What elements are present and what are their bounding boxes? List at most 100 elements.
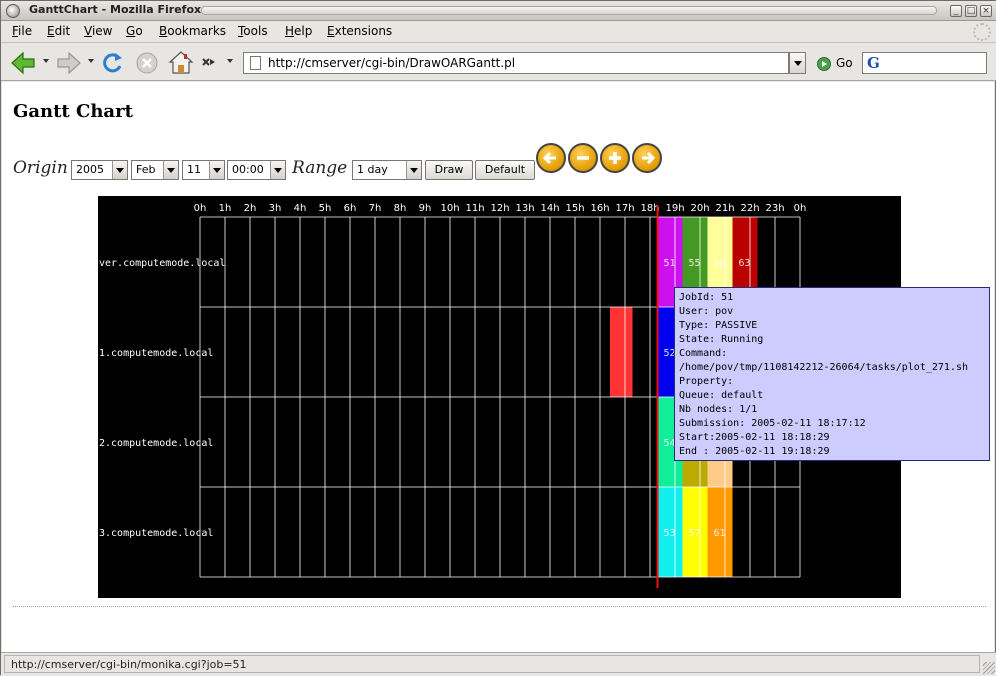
hour-tick-label: 15h: [565, 203, 584, 214]
close-icon[interactable]: ×: [980, 5, 992, 17]
resize-grip-icon[interactable]: [983, 662, 995, 674]
arrow-right-icon[interactable]: [632, 143, 662, 173]
tooltip-line: User: pov: [679, 306, 734, 317]
hour-tick-label: 0h: [194, 203, 207, 214]
title-bar[interactable]: GanttChart - Mozilla Firefox _ □ ×: [1, 1, 996, 21]
hour-tick-label: 1h: [219, 203, 232, 214]
draw-button[interactable]: Draw: [425, 160, 473, 180]
url-bar[interactable]: http://cmserver/cgi-bin/DrawOARGantt.pl: [243, 52, 789, 74]
hour-tick-label: 17h: [615, 203, 634, 214]
tooltip-line: Command:: [679, 348, 728, 359]
month-select[interactable]: Feb: [131, 160, 179, 180]
job-label: 57: [689, 528, 701, 539]
range-label: Range: [292, 158, 348, 178]
job-label: 59: [714, 258, 726, 269]
hour-tick-label: 8h: [394, 203, 407, 214]
tooltip-line: /home/pov/tmp/1108142212-26064/tasks/plo…: [679, 362, 968, 373]
node-label: 1.computemode.local: [99, 348, 213, 359]
menu-edit[interactable]: Edit: [47, 24, 70, 38]
node-label: 3.computemode.local: [99, 528, 213, 539]
hour-tick-label: 6h: [344, 203, 357, 214]
back-icon[interactable]: [10, 50, 36, 76]
day-value: 11: [187, 163, 201, 176]
hour-tick-label: 10h: [440, 203, 459, 214]
hour-tick-label: 19h: [665, 203, 684, 214]
search-input[interactable]: G: [862, 52, 987, 74]
menu-go[interactable]: Go: [126, 24, 143, 38]
google-search-icon[interactable]: G: [867, 54, 880, 72]
job-label: 53: [664, 528, 676, 539]
minus-icon[interactable]: [568, 143, 598, 173]
url-text[interactable]: http://cmserver/cgi-bin/DrawOARGantt.pl: [268, 56, 515, 70]
page-content: Gantt Chart Origin 2005 Feb 11 00:00 Ran…: [2, 82, 994, 652]
hour-tick-label: 12h: [490, 203, 509, 214]
menu-bar: File Edit View Go Bookmarks Tools Help E…: [1, 21, 996, 43]
navigation-toolbar: http://cmserver/cgi-bin/DrawOARGantt.pl …: [1, 43, 996, 81]
hour-tick-label: 22h: [740, 203, 759, 214]
url-history-dropdown[interactable]: [789, 52, 806, 74]
hour-tick-label: 3h: [269, 203, 282, 214]
action-dropdown[interactable]: [227, 59, 233, 63]
hour-tick-label: 14h: [540, 203, 559, 214]
plus-icon[interactable]: [600, 143, 630, 173]
horizontal-rule: [13, 606, 986, 607]
tooltip-line: Nb nodes: 1/1: [679, 404, 758, 415]
range-value: 1 day: [357, 163, 388, 176]
job-label: 51: [664, 258, 676, 269]
hour-tick-label: 13h: [515, 203, 534, 214]
tooltip-line: Queue: default: [679, 390, 764, 401]
minimize-icon[interactable]: _: [950, 5, 962, 17]
menu-bookmarks[interactable]: Bookmarks: [159, 24, 226, 38]
menu-file[interactable]: File: [12, 24, 32, 38]
month-value: Feb: [136, 163, 156, 176]
menu-tools[interactable]: Tools: [238, 24, 268, 38]
browser-window: GanttChart - Mozilla Firefox _ □ × File …: [0, 0, 996, 676]
hour-tick-label: 7h: [369, 203, 382, 214]
menu-view[interactable]: View: [84, 24, 112, 38]
menu-extensions[interactable]: Extensions: [327, 24, 392, 38]
range-select[interactable]: 1 day: [352, 160, 422, 180]
year-select[interactable]: 2005: [71, 160, 128, 180]
hour-tick-label: 4h: [294, 203, 307, 214]
hour-tick-label: 2h: [244, 203, 257, 214]
page-title: Gantt Chart: [13, 101, 133, 122]
node-label: ver.computemode.local: [99, 258, 225, 269]
tooltip-line: Type: PASSIVE: [679, 320, 758, 331]
day-select[interactable]: 11: [182, 160, 225, 180]
hour-tick-label: 23h: [765, 203, 784, 214]
forward-history-dropdown[interactable]: [88, 59, 94, 63]
tooltip-line: Start:2005-02-11 18:18:29: [679, 432, 830, 443]
reload-icon[interactable]: [99, 50, 125, 76]
home-icon[interactable]: [168, 50, 194, 76]
go-icon[interactable]: [817, 57, 831, 71]
throbber-icon: [973, 23, 991, 41]
tooltip-line: JobId: 51: [679, 292, 734, 303]
forward-icon[interactable]: [56, 50, 82, 76]
default-button[interactable]: Default: [475, 160, 535, 180]
time-value: 00:00: [232, 163, 264, 176]
go-button[interactable]: Go: [836, 56, 853, 70]
page-icon: [250, 56, 261, 70]
job-label: 61: [714, 528, 726, 539]
node-label: 2.computemode.local: [99, 438, 213, 449]
bookmark-action-icon[interactable]: [201, 55, 227, 81]
job-tooltip: JobId: 51 User: pov Type: PASSIVE State:…: [674, 287, 990, 461]
year-value: 2005: [76, 163, 104, 176]
job-label: 55: [689, 258, 701, 269]
arrow-left-icon[interactable]: [536, 143, 566, 173]
job-bar[interactable]: [610, 307, 633, 397]
hour-tick-label: 0h: [794, 203, 807, 214]
back-history-dropdown[interactable]: [43, 59, 49, 63]
time-select[interactable]: 00:00: [227, 160, 286, 180]
maximize-icon[interactable]: □: [965, 5, 977, 17]
menu-help[interactable]: Help: [285, 24, 312, 38]
hour-tick-label: 20h: [690, 203, 709, 214]
status-bar: http://cmserver/cgi-bin/monika.cgi?job=5…: [1, 652, 996, 676]
tooltip-line: State: Running: [679, 334, 764, 345]
window-menu-icon[interactable]: [6, 4, 20, 18]
hour-tick-label: 16h: [590, 203, 609, 214]
title-bar-decoration: [201, 6, 937, 15]
tooltip-line: Property:: [679, 376, 734, 387]
tooltip-line: Submission: 2005-02-11 18:17:12: [679, 418, 866, 429]
stop-icon[interactable]: [134, 50, 160, 76]
